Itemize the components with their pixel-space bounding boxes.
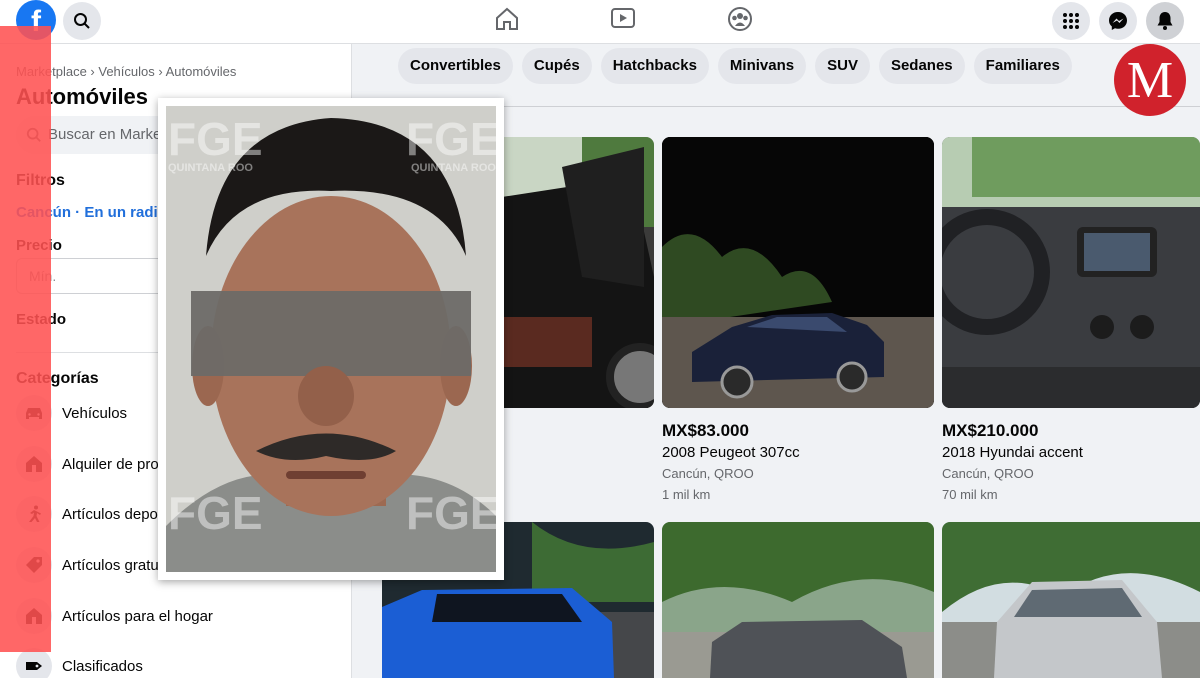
listing-location: Cancún, QROO	[662, 466, 754, 481]
watch-tab[interactable]	[608, 4, 638, 34]
label-icon	[26, 662, 42, 670]
category-classifieds[interactable]: Clasificados	[16, 646, 346, 678]
red-overlay-strip	[0, 26, 51, 652]
groups-icon	[728, 7, 752, 31]
chip-coupes[interactable]: Cupés	[521, 48, 592, 84]
watermark-fge: FGE	[168, 487, 263, 539]
listing-title[interactable]: 2018 Hyundai accent	[942, 444, 1083, 461]
chip-family[interactable]: Familiares	[973, 48, 1072, 84]
watermark-sub: QUINTANA ROO	[168, 162, 253, 174]
watermark-fge: FGE	[406, 113, 496, 165]
search-icon	[74, 13, 90, 29]
listing-title[interactable]: 2008 Peugeot 307cc	[662, 444, 800, 461]
search-button[interactable]	[63, 2, 101, 40]
listing-photo-hyundai[interactable]	[942, 137, 1200, 408]
category-label: Vehículos	[62, 404, 128, 422]
messenger-icon	[1109, 12, 1127, 30]
top-navigation-bar: f	[0, 0, 1200, 44]
chip-hatchbacks[interactable]: Hatchbacks	[600, 48, 709, 84]
watermark-fge: FGE	[168, 113, 263, 165]
listing-photo-silver-car[interactable]	[942, 522, 1200, 678]
listing-mileage: 1 mil km	[662, 487, 711, 502]
listing-price: MX$83.000	[662, 421, 749, 440]
watermark-sub: QUINTANA ROO	[411, 162, 496, 174]
listing-mileage: 70 mil km	[942, 487, 998, 502]
mugshot-photo: FGE FGE QUINTANA ROO QUINTANA ROO FGE FG…	[166, 106, 496, 572]
chip-convertibles[interactable]: Convertibles	[398, 48, 513, 84]
chip-sedans[interactable]: Sedanes	[878, 48, 965, 84]
vehicle-type-chips: Convertibles Cupés Hatchbacks Minivans S…	[398, 48, 1072, 84]
chip-suv[interactable]: SUV	[815, 48, 870, 84]
menu-grid-icon	[1063, 13, 1079, 29]
chip-minivans[interactable]: Minivans	[717, 48, 807, 84]
category-home[interactable]: Artículos para el hogar	[16, 596, 346, 636]
menu-button[interactable]	[1052, 2, 1090, 40]
listing-photo-suv[interactable]	[662, 522, 934, 678]
category-label: Clasificados	[62, 657, 143, 675]
messenger-button[interactable]	[1099, 2, 1137, 40]
watermark-fge: FGE	[406, 487, 496, 539]
listing-price: MX$210.000	[942, 421, 1039, 440]
home-tab[interactable]	[492, 4, 522, 34]
notifications-button[interactable]	[1146, 2, 1184, 40]
listing-photo-peugeot[interactable]	[662, 137, 934, 408]
home-icon	[496, 7, 518, 30]
category-label: Artículos para el hogar	[62, 607, 213, 625]
listing-location: Cancún, QROO	[942, 466, 1034, 481]
notifications-icon	[1157, 12, 1173, 30]
milenio-logo: M	[1114, 44, 1186, 116]
mugshot-photo-frame: FGE FGE QUINTANA ROO QUINTANA ROO FGE FG…	[158, 98, 504, 580]
groups-tab[interactable]	[725, 4, 755, 34]
watch-icon	[611, 8, 635, 28]
